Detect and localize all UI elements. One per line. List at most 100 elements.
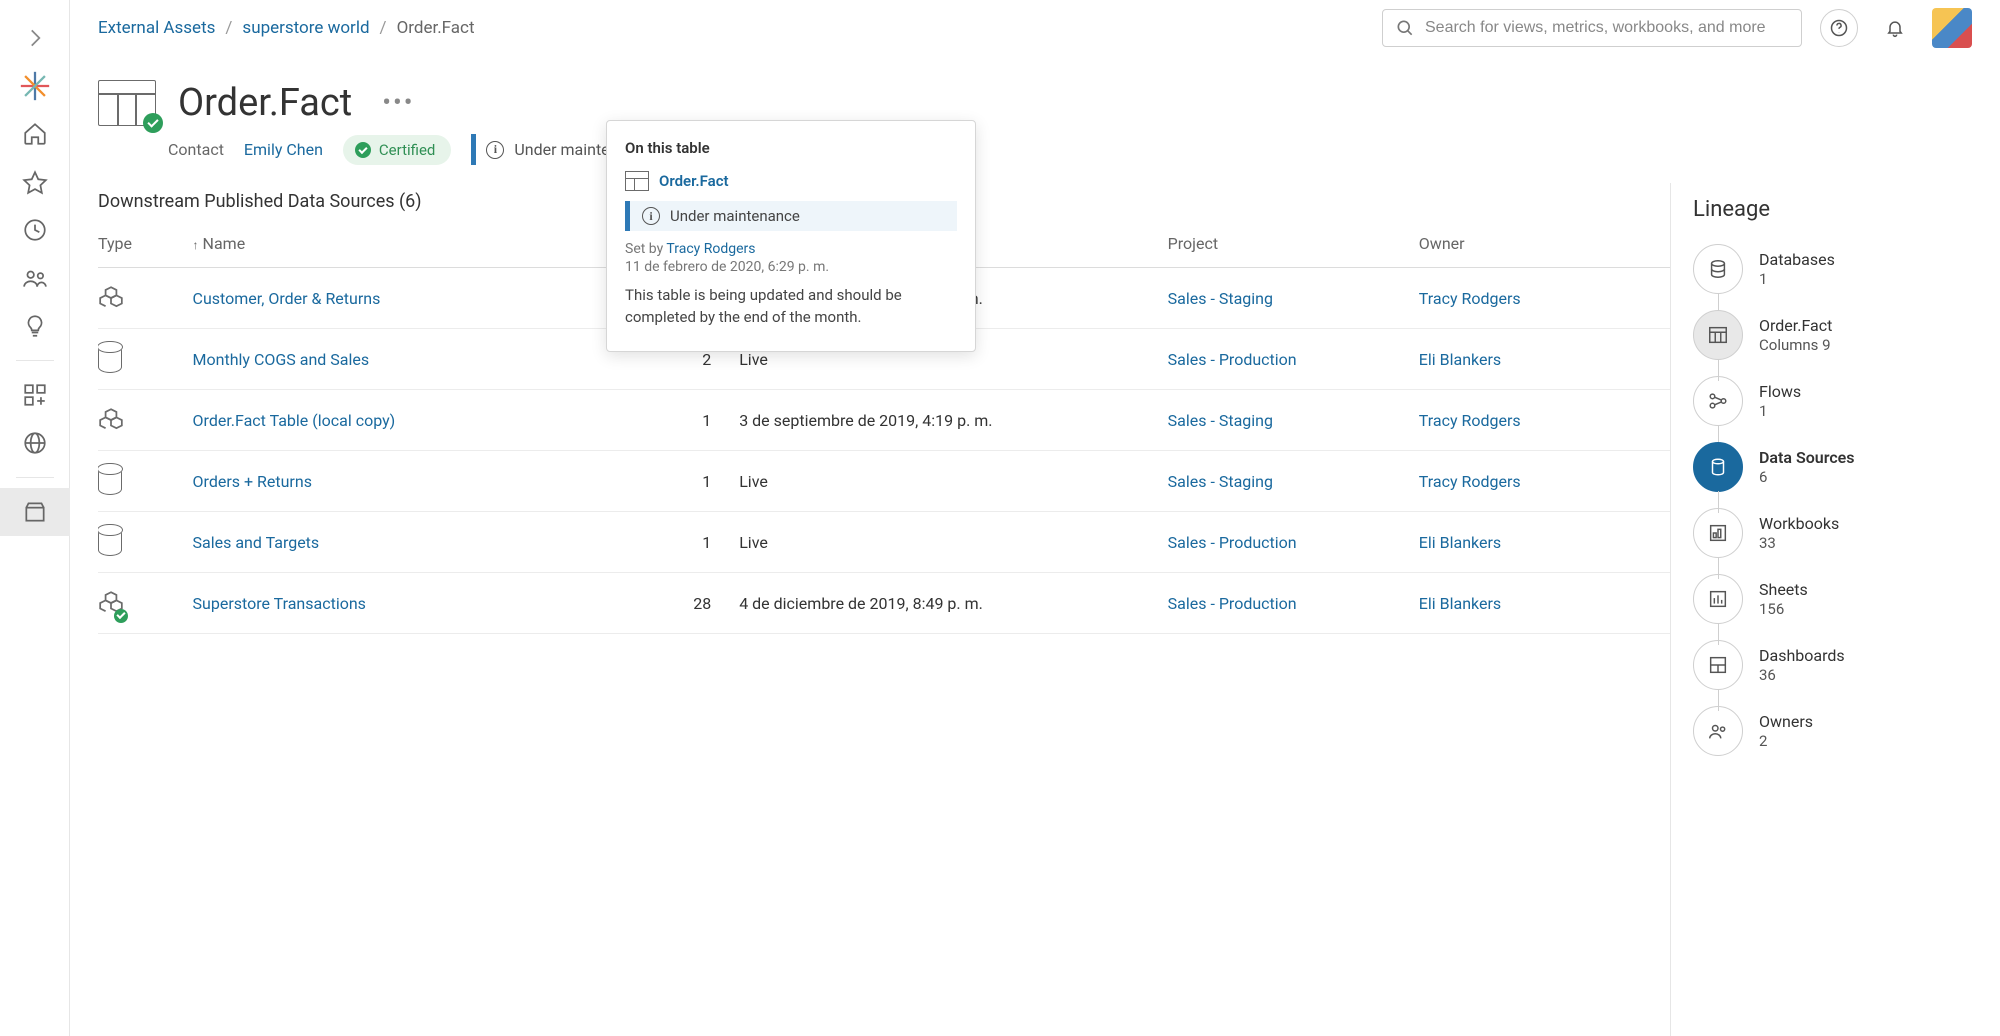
row-project-link[interactable]: Sales - Production (1168, 594, 1297, 613)
row-project-link[interactable]: Sales - Staging (1168, 289, 1273, 308)
lightbulb-icon (22, 313, 48, 339)
lineage-item-title: Databases (1759, 250, 1835, 270)
th-type[interactable]: Type (98, 222, 193, 268)
row-owner-cell: Eli Blankers (1419, 512, 1670, 573)
table-row[interactable]: Sales and Targets1LiveSales - Production… (98, 512, 1670, 573)
bell-icon (1885, 18, 1905, 38)
breadcrumb-sep: / (225, 18, 232, 38)
lineage-item-sub: 6 (1759, 468, 1855, 487)
row-project-link[interactable]: Sales - Production (1168, 350, 1297, 369)
lineage-item-flows[interactable]: Flows1 (1693, 376, 1980, 426)
rail-tableau-logo[interactable] (0, 62, 70, 110)
row-name-cell: Monthly COGS and Sales (193, 329, 577, 390)
rail-favorites[interactable] (0, 158, 70, 206)
breadcrumb-link-0[interactable]: External Assets (98, 18, 215, 38)
lineage-item-title: Data Sources (1759, 448, 1855, 468)
lineage-item-label: Workbooks33 (1759, 514, 1839, 553)
row-project-cell: Sales - Production (1168, 573, 1419, 634)
tableau-logo-icon (18, 69, 52, 103)
th-name[interactable]: ↑Name (193, 222, 577, 268)
row-name-link[interactable]: Customer, Order & Returns (193, 289, 381, 308)
rail-collections[interactable] (0, 488, 70, 536)
lineage-item-title: Dashboards (1759, 646, 1845, 666)
row-project-link[interactable]: Sales - Production (1168, 533, 1297, 552)
contact-link[interactable]: Emily Chen (244, 140, 323, 159)
row-name-link[interactable]: Sales and Targets (193, 533, 320, 552)
row-workbooks-cell: 1 (577, 512, 740, 573)
row-type-cell (98, 573, 193, 634)
rail-home[interactable] (0, 110, 70, 158)
lineage-item-title: Workbooks (1759, 514, 1839, 534)
row-owner-cell: Eli Blankers (1419, 573, 1670, 634)
global-search[interactable] (1382, 9, 1802, 47)
lineage-item-title: Order.Fact (1759, 316, 1832, 336)
rail-recommendations[interactable] (0, 302, 70, 350)
info-icon: i (642, 207, 660, 225)
lineage-item-title: Owners (1759, 712, 1813, 732)
breadcrumb-current: Order.Fact (397, 18, 475, 38)
row-owner-link[interactable]: Tracy Rodgers (1419, 289, 1521, 308)
breadcrumb-link-1[interactable]: superstore world (242, 18, 369, 38)
row-name-link[interactable]: Monthly COGS and Sales (193, 350, 370, 369)
popover-maintenance-label: Under maintenance (670, 207, 800, 225)
lineage-item-workbooks[interactable]: Workbooks33 (1693, 508, 1980, 558)
row-owner-link[interactable]: Tracy Rodgers (1419, 411, 1521, 430)
popover-table-name: Order.Fact (659, 172, 729, 190)
check-circle-icon (355, 142, 371, 158)
popover-set-at: 11 de febrero de 2020, 6:29 p. m. (625, 259, 957, 275)
table-row[interactable]: Superstore Transactions284 de diciembre … (98, 573, 1670, 634)
row-live-cell: 3 de septiembre de 2019, 4:19 p. m. (739, 390, 1167, 451)
lineage-panel: Lineage Databases1Order.FactColumns 9Flo… (1670, 183, 2000, 1036)
datasource-cylinder-icon (98, 467, 122, 495)
th-project[interactable]: Project (1168, 222, 1419, 268)
table-icon (625, 171, 649, 191)
table-row[interactable]: Orders + Returns1LiveSales - StagingTrac… (98, 451, 1670, 512)
row-name-link[interactable]: Order.Fact Table (local copy) (193, 411, 396, 430)
popover-table-row[interactable]: Order.Fact (625, 171, 957, 191)
row-owner-link[interactable]: Eli Blankers (1419, 594, 1501, 613)
rail-expand-toggle[interactable] (0, 14, 70, 62)
row-project-link[interactable]: Sales - Staging (1168, 411, 1273, 430)
user-avatar[interactable] (1932, 8, 1972, 48)
rail-divider-1 (16, 360, 54, 361)
lineage-item-datasources[interactable]: Data Sources6 (1693, 442, 1980, 492)
row-type-cell (98, 512, 193, 573)
popover-maintenance-row[interactable]: i Under maintenance (625, 201, 957, 231)
more-actions-button[interactable]: ••• (374, 84, 422, 122)
notifications-button[interactable] (1876, 9, 1914, 47)
row-name-link[interactable]: Orders + Returns (193, 472, 312, 491)
lineage-item-sub: 2 (1759, 732, 1813, 751)
rail-recents[interactable] (0, 206, 70, 254)
certified-chip[interactable]: Certified (343, 135, 451, 165)
row-project-link[interactable]: Sales - Staging (1168, 472, 1273, 491)
certified-badge-icon (114, 609, 128, 623)
row-workbooks-cell: 1 (577, 390, 740, 451)
lineage-item-dashboards[interactable]: Dashboards36 (1693, 640, 1980, 690)
table-icon (1693, 310, 1743, 360)
lineage-item-databases[interactable]: Databases1 (1693, 244, 1980, 294)
row-name-cell: Order.Fact Table (local copy) (193, 390, 577, 451)
row-name-link[interactable]: Superstore Transactions (193, 594, 366, 613)
table-row[interactable]: Order.Fact Table (local copy) 13 de septi… (98, 390, 1670, 451)
chevron-right-icon (22, 25, 48, 51)
breadcrumb: External Assets / superstore world / Ord… (98, 18, 475, 38)
lineage-item-label: Order.FactColumns 9 (1759, 316, 1832, 355)
row-owner-link[interactable]: Eli Blankers (1419, 350, 1501, 369)
help-button[interactable] (1820, 9, 1858, 47)
datasource-cubes-icon (98, 406, 122, 434)
help-icon (1829, 18, 1849, 38)
lineage-item-sub: 1 (1759, 270, 1835, 289)
search-input[interactable] (1425, 19, 1789, 37)
rail-external-assets[interactable] (0, 419, 70, 467)
row-owner-link[interactable]: Eli Blankers (1419, 533, 1501, 552)
page-title: Order.Fact (178, 81, 352, 125)
lineage-item-owners[interactable]: Owners2 (1693, 706, 1980, 756)
row-project-cell: Sales - Production (1168, 512, 1419, 573)
lineage-item-table[interactable]: Order.FactColumns 9 (1693, 310, 1980, 360)
rail-explore[interactable] (0, 371, 70, 419)
rail-shared[interactable] (0, 254, 70, 302)
th-owner[interactable]: Owner (1419, 222, 1670, 268)
popover-set-by-link[interactable]: Tracy Rodgers (666, 241, 755, 257)
lineage-item-sheets[interactable]: Sheets156 (1693, 574, 1980, 624)
row-owner-link[interactable]: Tracy Rodgers (1419, 472, 1521, 491)
